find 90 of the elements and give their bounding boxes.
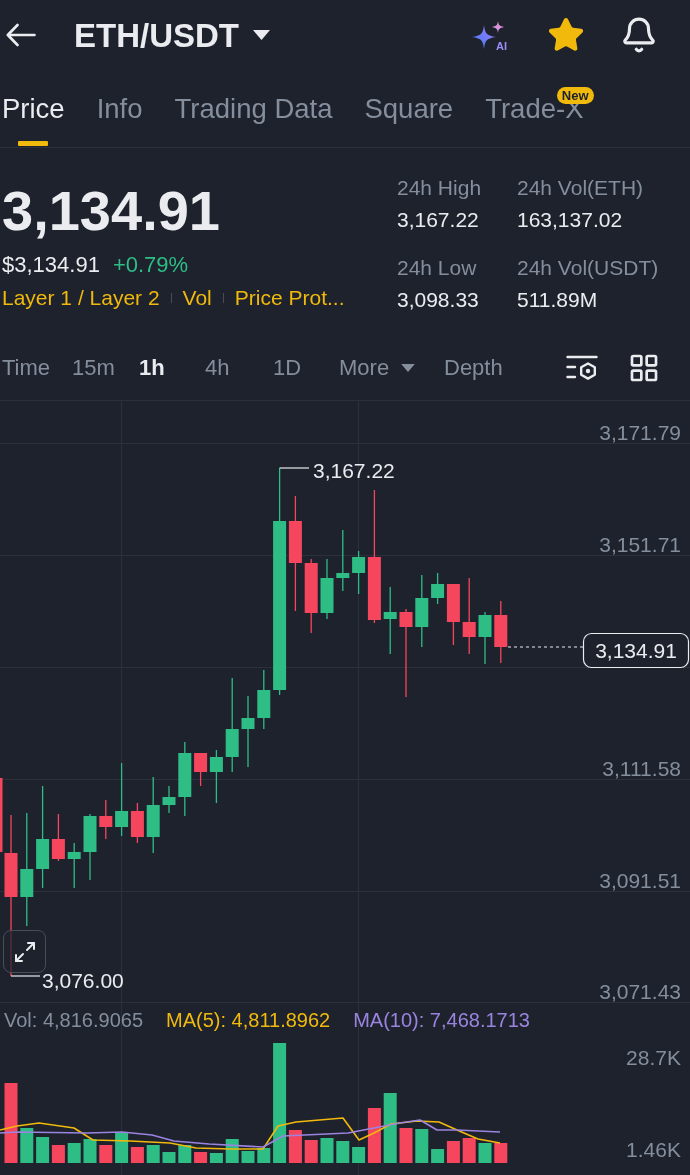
current-price-tag: 3,134.91 [582, 632, 690, 669]
rising-candle [336, 530, 350, 591]
tab[interactable]: Info [96, 70, 143, 147]
falling-candle [446, 584, 460, 645]
volume-bar [162, 1152, 176, 1163]
rising-candle [83, 814, 97, 880]
volume-bar [336, 1141, 350, 1163]
volume-bar [209, 1153, 223, 1163]
stat-label: 24h Low [397, 256, 477, 280]
tab[interactable]: Trading Data [174, 70, 333, 147]
volume-bar [257, 1148, 271, 1163]
stat-label: 24h High [397, 176, 482, 200]
rising-candle [67, 843, 81, 888]
interval-option[interactable]: 1D [273, 356, 302, 379]
falling-candle [130, 803, 144, 843]
star-icon[interactable] [547, 16, 585, 54]
high-price-label: 3,167.22 [313, 458, 395, 482]
falling-candle [51, 814, 65, 861]
rising-candle [162, 786, 176, 813]
new-badge: New [556, 87, 594, 104]
tag-link[interactable]: Price Prot... [234, 286, 345, 310]
volume-bar [494, 1143, 508, 1163]
stat-value: 511.89M [517, 288, 598, 312]
volume-legend-text: Vol: 4,816.9065 [4, 1010, 143, 1030]
volume-bar [478, 1143, 492, 1163]
tab[interactable]: Square [364, 70, 454, 147]
ai-assistant-button[interactable]: AI [471, 20, 505, 50]
tag-link[interactable]: Vol [182, 286, 212, 310]
volume-bar [178, 1145, 192, 1163]
volume-bar [399, 1128, 413, 1163]
volume-bar [20, 1128, 34, 1163]
back-icon[interactable] [6, 23, 36, 47]
falling-candle [194, 753, 208, 786]
price-axis-label: 3,171.79 [599, 420, 681, 444]
stat-label: 24h Vol(ETH) [517, 176, 644, 200]
falling-candle [99, 800, 113, 839]
volume-bar [320, 1138, 334, 1163]
volume-bar [99, 1145, 113, 1163]
rising-candle [257, 670, 271, 729]
tab[interactable]: Price [2, 70, 65, 147]
stat-label: 24h Vol(USDT) [517, 256, 659, 280]
stat-value: 3,167.22 [397, 208, 479, 232]
volume-bar [462, 1138, 476, 1163]
price-axis-label: 3,091.51 [599, 868, 681, 892]
trading-pair-selector[interactable]: ETH/USDT [74, 18, 270, 52]
marker-line [10, 975, 41, 977]
volume-axis-label: 1.46K [626, 1138, 681, 1161]
rising-candle [383, 587, 397, 654]
volume-legend-text: MA(5): 4,811.8962 [166, 1010, 331, 1030]
volume-bar [194, 1152, 208, 1163]
volume-bar [67, 1143, 81, 1163]
price-axis-label: 3,071.43 [599, 979, 681, 1003]
volume-bar [146, 1145, 160, 1163]
volume-bar [83, 1139, 97, 1163]
volume-legend-text: MA(10): 7,468.1713 [353, 1010, 530, 1030]
volume-bar [383, 1093, 397, 1163]
bell-icon[interactable] [620, 16, 658, 54]
tag-link[interactable]: Layer 1 / Layer 2 [2, 286, 160, 310]
rising-candle [431, 573, 445, 604]
rising-candle [415, 575, 429, 647]
volume-axis-label: 28.7K [626, 1046, 681, 1069]
caret-icon [253, 30, 270, 40]
rising-candle [478, 612, 492, 664]
low-price-label: 3,076.00 [42, 968, 124, 992]
marker-line [279, 467, 310, 469]
interval-option[interactable]: 4h [205, 356, 230, 379]
price-change: +0.79% [112, 253, 189, 277]
last-price: 3,134.91 [2, 181, 220, 241]
caret-icon [401, 363, 416, 372]
settings-icon[interactable] [566, 354, 598, 381]
stat-value: 163,137.02 [517, 208, 623, 232]
expand-button[interactable] [3, 930, 46, 973]
interval-option[interactable]: Time [2, 356, 51, 379]
volume-bar [304, 1140, 318, 1163]
interval-option[interactable]: Depth [444, 356, 503, 379]
falling-candle [494, 601, 508, 663]
expand-icon [12, 939, 37, 964]
price-axis-label: 3,111.58 [602, 756, 681, 780]
stat-value: 3,098.33 [397, 288, 479, 312]
volume-bar [241, 1151, 255, 1163]
volume-bar [415, 1129, 429, 1163]
rising-candle [209, 750, 223, 803]
price-axis-label: 3,151.71 [599, 532, 681, 556]
rising-candle [241, 696, 255, 767]
interval-option[interactable]: 15m [72, 356, 115, 379]
interval-option[interactable]: 1h [139, 356, 165, 379]
rising-candle [320, 559, 334, 619]
rising-candle [352, 551, 366, 594]
usd-price: $3,134.91 [2, 253, 100, 277]
interval-dropdown[interactable]: More [339, 356, 416, 379]
